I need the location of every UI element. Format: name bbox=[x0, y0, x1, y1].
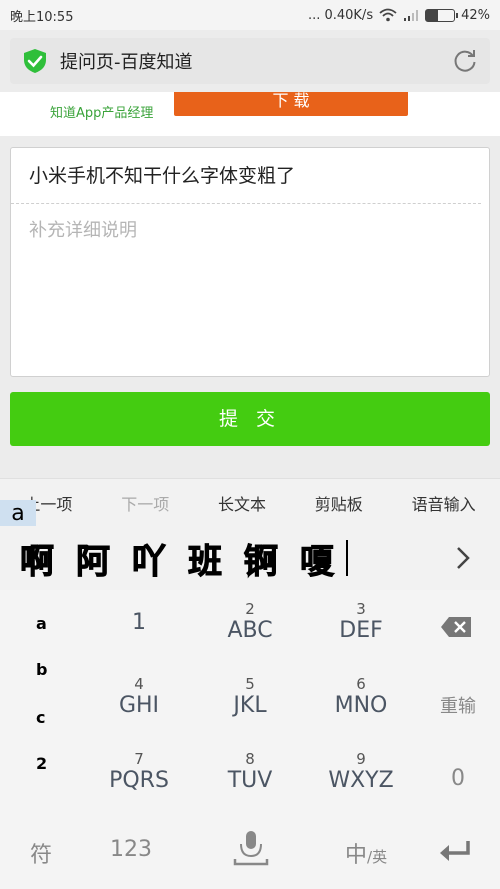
key-1[interactable]: 1 bbox=[84, 592, 194, 666]
language-switch-key[interactable]: 中/英 bbox=[345, 837, 387, 869]
pinyin-option[interactable]: b bbox=[36, 660, 47, 679]
chevron-right-icon[interactable] bbox=[452, 540, 474, 576]
lang-zh-label: 中 bbox=[345, 843, 368, 868]
ime-toolbar: 上一项 下一项 长文本 剪贴板 语音输入 bbox=[0, 478, 500, 526]
key-label: ABC bbox=[227, 618, 273, 643]
submit-button[interactable]: 提 交 bbox=[10, 392, 490, 446]
key-9[interactable]: 9 WXYZ bbox=[306, 742, 416, 816]
key-8[interactable]: 8 TUV bbox=[195, 742, 305, 816]
candidate-bar: 啊 阿 吖 班 锕 嗄 bbox=[0, 526, 500, 590]
question-detail-input[interactable]: 补充详细说明 bbox=[11, 204, 489, 254]
key-7[interactable]: 7 PQRS bbox=[84, 742, 194, 816]
key-6[interactable]: 6 MNO bbox=[306, 667, 416, 741]
key-label: JKL bbox=[233, 693, 267, 718]
page-title: 提问页-百度知道 bbox=[60, 52, 193, 73]
network-speed: ... 0.40K/s bbox=[307, 7, 374, 23]
battery-percent: 42% bbox=[461, 7, 490, 23]
pinyin-option[interactable]: 2 bbox=[36, 754, 47, 773]
refresh-icon[interactable] bbox=[452, 48, 478, 74]
numeric-key[interactable]: 123 bbox=[110, 837, 152, 862]
address-bar[interactable]: 提问页-百度知道 bbox=[10, 38, 490, 84]
key-number: 9 bbox=[356, 750, 366, 768]
key-label: WXYZ bbox=[328, 768, 394, 793]
key-2[interactable]: 2 ABC bbox=[195, 592, 305, 666]
key-number: 4 bbox=[134, 675, 144, 693]
promo-caption: 知道App产品经理 bbox=[50, 106, 154, 121]
key-label: 1 bbox=[132, 610, 146, 635]
key-number: 2 bbox=[245, 600, 255, 618]
key-number: 8 bbox=[245, 750, 255, 768]
candidate[interactable]: 阿 bbox=[76, 534, 111, 583]
key-label: MNO bbox=[334, 693, 388, 718]
backspace-icon[interactable] bbox=[440, 616, 472, 638]
lang-en-label: /英 bbox=[367, 848, 388, 866]
wifi-icon bbox=[379, 8, 397, 22]
candidate[interactable]: 班 bbox=[188, 534, 223, 583]
status-bar: 晚上10:55 ... 0.40K/s 42% bbox=[0, 0, 500, 30]
pinyin-options: a b c 2 bbox=[0, 590, 84, 815]
clipboard-button[interactable]: 剪贴板 bbox=[315, 491, 363, 515]
question-title-input[interactable]: 小米手机不知干什么字体变粗了 bbox=[11, 148, 481, 204]
key-3[interactable]: 3 DEF bbox=[306, 592, 416, 666]
candidate[interactable]: 锕 bbox=[244, 534, 279, 583]
promo-banner: 知道App产品经理 下 载 bbox=[0, 92, 500, 136]
pinyin-option[interactable]: a bbox=[36, 614, 47, 633]
key-5[interactable]: 5 JKL bbox=[195, 667, 305, 741]
candidate-divider bbox=[346, 540, 348, 576]
key-label: PQRS bbox=[109, 768, 169, 793]
status-indicators: ... 0.40K/s 42% bbox=[308, 8, 490, 23]
redo-key[interactable]: 重输 bbox=[430, 692, 486, 718]
key-label: GHI bbox=[118, 693, 160, 718]
microphone-icon[interactable] bbox=[232, 829, 270, 867]
key-number: 6 bbox=[356, 675, 366, 693]
candidate[interactable]: 吖 bbox=[132, 534, 167, 583]
keyboard: a b c 2 1 2 ABC 3 DEF 4 GHI 5 JKL 6 MNO 7 PQRS… bbox=[0, 590, 500, 889]
candidate[interactable]: 嗄 bbox=[300, 534, 335, 583]
key-0[interactable]: 0 bbox=[430, 766, 486, 791]
download-button[interactable]: 下 载 bbox=[174, 92, 408, 116]
shield-check-icon bbox=[24, 49, 46, 73]
keyboard-bottom-row: 符 123 中/英 bbox=[0, 815, 500, 889]
key-number: 7 bbox=[134, 750, 144, 768]
enter-icon[interactable] bbox=[438, 839, 472, 863]
key-number: 5 bbox=[245, 675, 255, 693]
next-field-button[interactable]: 下一项 bbox=[121, 491, 169, 515]
battery-icon bbox=[425, 8, 459, 22]
key-label: TUV bbox=[227, 768, 273, 793]
key-4[interactable]: 4 GHI bbox=[84, 667, 194, 741]
key-label: DEF bbox=[339, 618, 383, 643]
status-time: 晚上10:55 bbox=[10, 9, 74, 25]
key-number: 3 bbox=[356, 600, 366, 618]
question-editor: 小米手机不知干什么字体变粗了 补充详细说明 bbox=[10, 147, 490, 377]
voice-input-button[interactable]: 语音输入 bbox=[412, 491, 476, 515]
pinyin-option[interactable]: c bbox=[36, 708, 45, 727]
long-text-button[interactable]: 长文本 bbox=[218, 491, 266, 515]
symbol-key[interactable]: 符 bbox=[30, 837, 52, 869]
signal-icon bbox=[404, 9, 419, 21]
candidate[interactable]: 啊 bbox=[20, 534, 55, 583]
